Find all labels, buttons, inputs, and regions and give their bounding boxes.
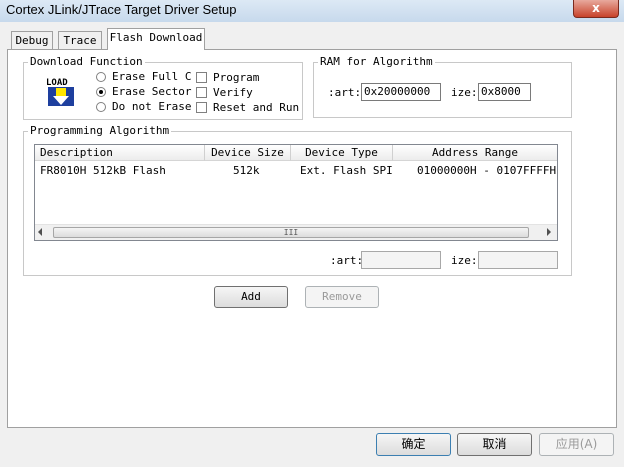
erase-sectors-radio[interactable] [96,87,106,97]
tab-trace[interactable]: Trace [58,31,102,49]
add-button[interactable]: Add [214,286,288,308]
cancel-button[interactable]: 取消 [457,433,532,456]
verify-checkbox[interactable] [196,87,207,98]
erase-sectors-label: Erase Sector [112,85,192,98]
scroll-thumb[interactable]: III [53,227,529,238]
row-description: FR8010H 512kB Flash [40,164,166,177]
ram-size-input[interactable]: 0x8000 [478,83,531,101]
erase-full-chip-label: Erase Full C [112,70,192,83]
row-address-range: 01000000H - 0107FFFFH [417,164,557,177]
ok-button[interactable]: 确定 [376,433,451,456]
close-icon: x [592,1,600,15]
column-header-device-type[interactable]: Device Type [291,145,393,161]
algorithm-start-input[interactable] [361,251,441,269]
download-function-title: Download Function [28,55,145,68]
scroll-left-arrow-icon[interactable] [38,228,42,236]
program-label: Program [213,71,260,84]
load-icon-text: LOAD [46,78,68,88]
scroll-right-arrow-icon[interactable] [547,228,551,236]
ram-group-title: RAM for Algorithm [318,55,435,68]
table-row[interactable]: FR8010H 512kB Flash 512k Ext. Flash SPI … [35,162,557,178]
ram-start-input[interactable]: 0x20000000 [361,83,441,101]
algorithm-table[interactable]: Description Device Size Device Type Addr… [34,144,558,241]
algorithm-size-input[interactable] [478,251,558,269]
program-checkbox[interactable] [196,72,207,83]
algorithm-size-label: ize: [451,254,478,267]
reset-and-run-label: Reset and Run [213,101,300,114]
programming-algorithm-title: Programming Algorithm [28,124,172,137]
tab-debug[interactable]: Debug [11,31,53,49]
row-device-size: 512k [233,164,260,177]
do-not-erase-label: Do not Erase [112,100,192,113]
do-not-erase-radio[interactable] [96,102,106,112]
column-header-address-range[interactable]: Address Range [393,145,557,161]
row-device-type: Ext. Flash SPI [300,164,393,177]
horizontal-scrollbar[interactable]: III [35,224,557,240]
window-title: Cortex JLink/JTrace Target Driver Setup [6,2,237,17]
tab-flash-download[interactable]: Flash Download [107,28,205,50]
title-bar: Cortex JLink/JTrace Target Driver Setup … [0,0,624,22]
apply-button[interactable]: 应用(A) [539,433,614,456]
erase-full-chip-radio[interactable] [96,72,106,82]
load-icon: LOAD [44,76,78,108]
column-header-device-size[interactable]: Device Size [205,145,291,161]
ram-size-label: ize: [451,86,478,99]
algorithm-start-label: :art: [330,254,364,267]
ram-start-label: :art: [328,86,362,99]
remove-button[interactable]: Remove [305,286,379,308]
column-header-description[interactable]: Description [35,145,205,161]
close-button[interactable]: x [573,0,619,18]
reset-and-run-checkbox[interactable] [196,102,207,113]
verify-label: Verify [213,86,253,99]
